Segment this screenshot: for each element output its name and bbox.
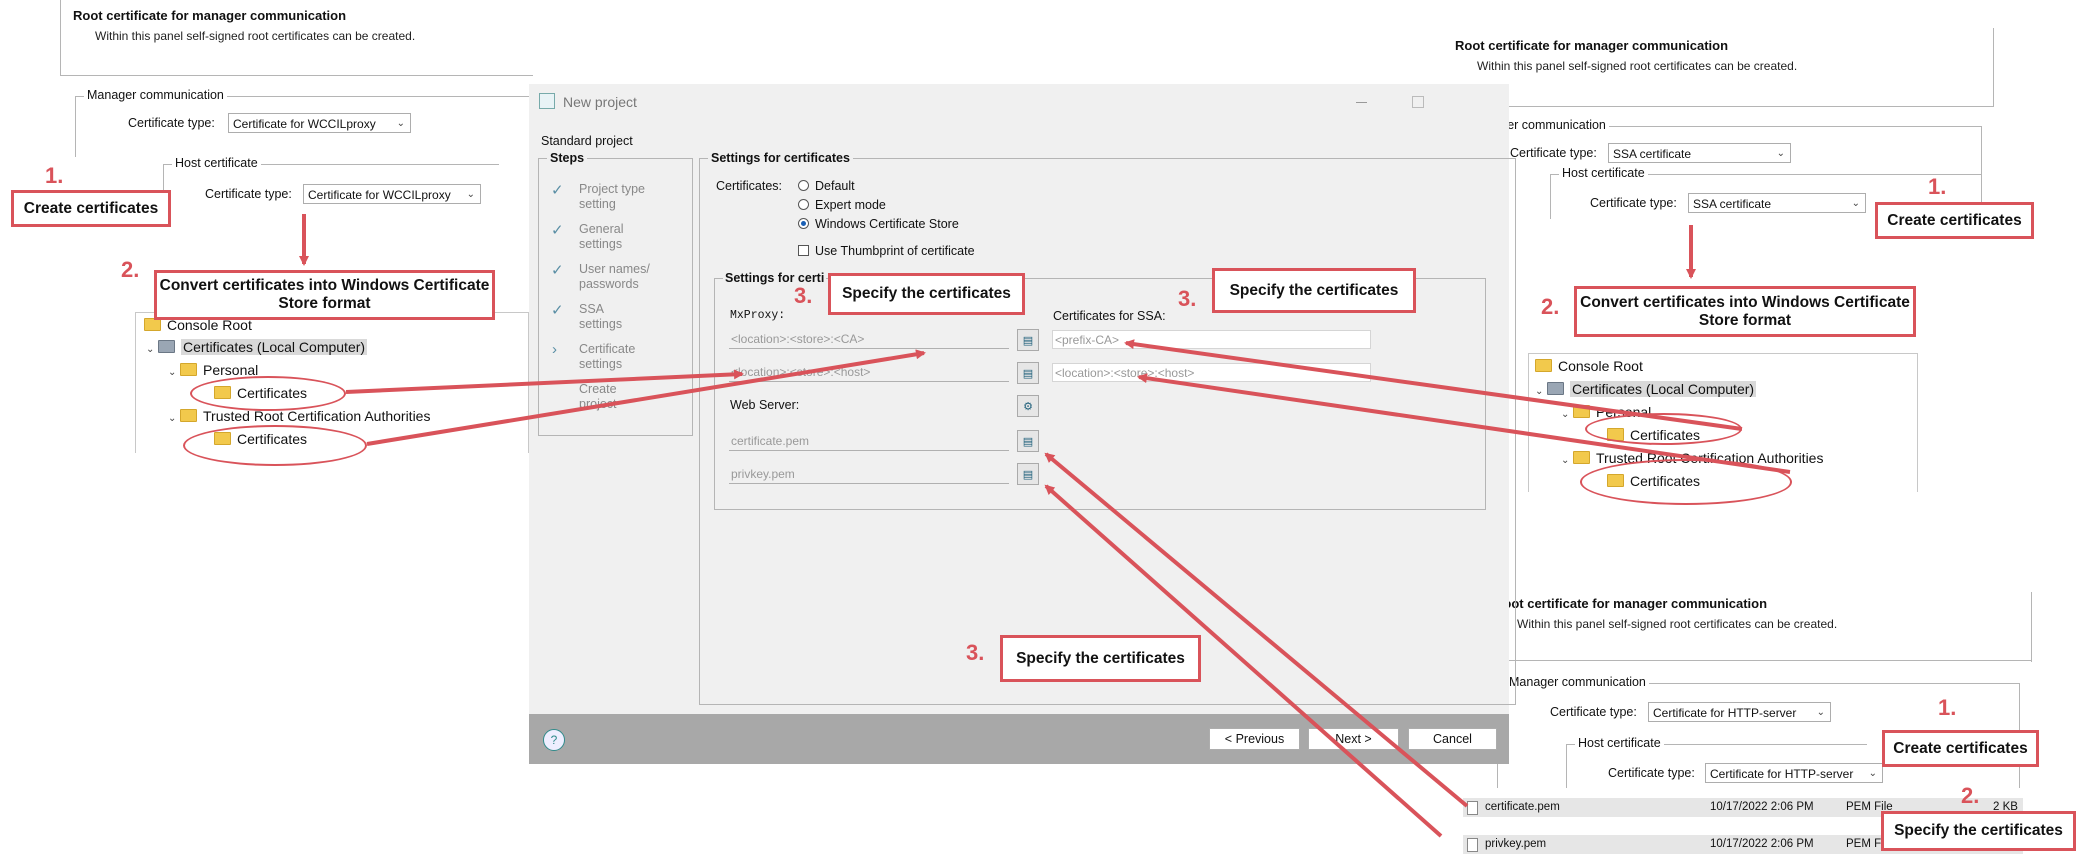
arrow xyxy=(1044,452,1469,808)
arrow xyxy=(1124,339,1743,431)
arrow xyxy=(366,349,926,446)
arrow xyxy=(1044,484,1443,838)
arrow xyxy=(345,369,744,394)
annotation-arrows xyxy=(299,214,1791,838)
